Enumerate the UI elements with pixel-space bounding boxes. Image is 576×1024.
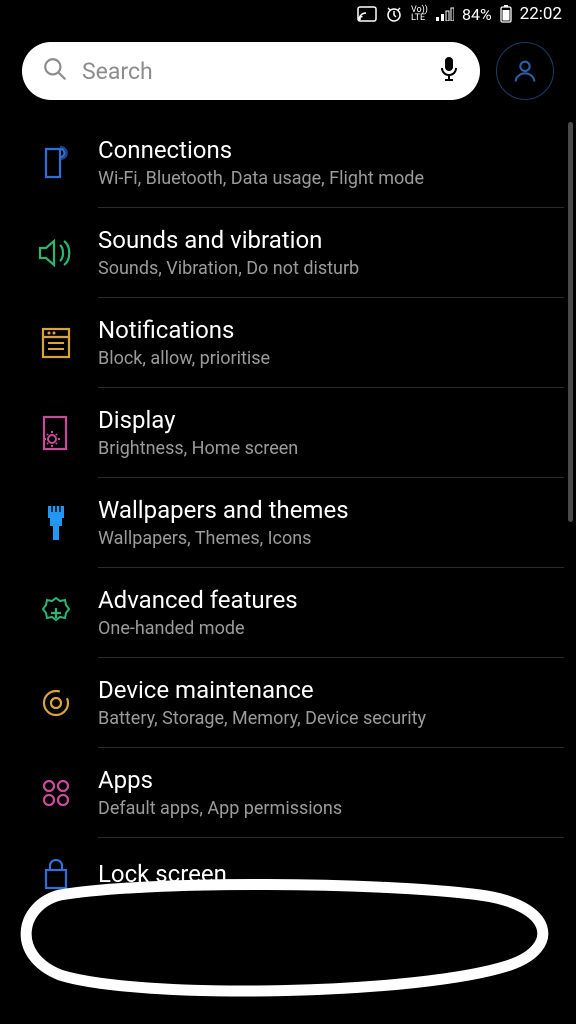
battery-icon — [500, 5, 512, 23]
search-icon — [42, 56, 68, 86]
volte-indicator: Vo))LTE — [411, 6, 428, 22]
display-icon — [38, 413, 74, 453]
signal-icon — [436, 7, 454, 21]
settings-item-title: Connections — [98, 136, 572, 164]
settings-list: Connections Wi-Fi, Bluetooth, Data usage… — [0, 118, 576, 896]
settings-item-title: Sounds and vibration — [98, 226, 572, 254]
settings-item-advanced[interactable]: Advanced features One-handed mode — [0, 568, 576, 657]
settings-item-device-maintenance[interactable]: Device maintenance Battery, Storage, Mem… — [0, 658, 576, 747]
apps-icon — [39, 776, 73, 810]
settings-item-notifications[interactable]: Notifications Block, allow, prioritise — [0, 298, 576, 387]
scrollbar[interactable] — [568, 122, 573, 522]
settings-item-title: Lock screen — [98, 860, 572, 888]
speaker-icon — [36, 235, 76, 271]
settings-item-subtitle: Brightness, Home screen — [98, 438, 572, 459]
profile-icon — [511, 57, 539, 85]
settings-item-subtitle: Wallpapers, Themes, Icons — [98, 528, 572, 549]
settings-item-title: Wallpapers and themes — [98, 496, 572, 524]
settings-item-subtitle: Default apps, App permissions — [98, 798, 572, 819]
alarm-icon — [385, 5, 403, 23]
settings-item-title: Device maintenance — [98, 676, 572, 704]
settings-item-subtitle: Wi-Fi, Bluetooth, Data usage, Flight mod… — [98, 168, 572, 189]
settings-item-wallpapers[interactable]: Wallpapers and themes Wallpapers, Themes… — [0, 478, 576, 567]
clock: 22:02 — [520, 4, 562, 24]
settings-item-title: Apps — [98, 766, 572, 794]
settings-item-subtitle: Battery, Storage, Memory, Device securit… — [98, 708, 572, 729]
settings-item-title: Display — [98, 406, 572, 434]
connections-icon — [38, 143, 74, 183]
notifications-icon — [38, 325, 74, 361]
settings-item-sounds[interactable]: Sounds and vibration Sounds, Vibration, … — [0, 208, 576, 297]
search-row: Search — [0, 28, 576, 118]
settings-item-title: Advanced features — [98, 586, 572, 614]
profile-button[interactable] — [496, 42, 554, 100]
status-bar: Vo))LTE 84% 22:02 — [0, 0, 576, 28]
gear-plus-icon — [37, 594, 75, 632]
lock-icon — [40, 856, 72, 892]
settings-item-subtitle: One-handed mode — [98, 618, 572, 639]
mic-icon[interactable] — [438, 55, 460, 87]
maintenance-icon — [38, 685, 74, 721]
battery-percentage: 84% — [462, 5, 492, 24]
settings-item-subtitle: Sounds, Vibration, Do not disturb — [98, 258, 572, 279]
search-placeholder: Search — [82, 58, 438, 85]
search-field[interactable]: Search — [22, 42, 480, 100]
settings-item-apps[interactable]: Apps Default apps, App permissions — [0, 748, 576, 837]
cast-icon — [357, 6, 377, 22]
brush-icon — [40, 503, 72, 543]
settings-item-connections[interactable]: Connections Wi-Fi, Bluetooth, Data usage… — [0, 118, 576, 207]
settings-item-title: Notifications — [98, 316, 572, 344]
settings-item-display[interactable]: Display Brightness, Home screen — [0, 388, 576, 477]
settings-item-subtitle: Block, allow, prioritise — [98, 348, 572, 369]
settings-item-lock-screen[interactable]: Lock screen — [0, 838, 576, 896]
